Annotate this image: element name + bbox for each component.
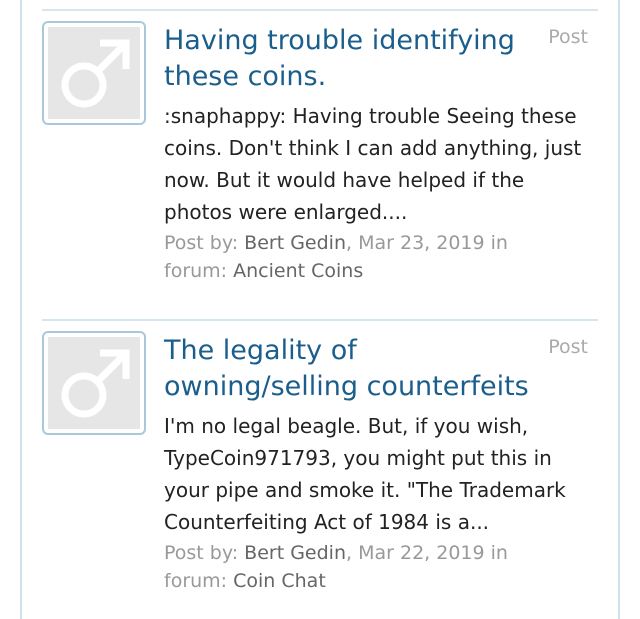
post-by-label: Post by:: [164, 542, 239, 564]
content-frame-left-border: [20, 0, 22, 619]
author-link[interactable]: Bert Gedin: [244, 232, 346, 254]
result-title-link[interactable]: The legality of owning/selling counterfe…: [164, 333, 544, 405]
result-meta: Post by: Bert Gedin, Mar 23, 2019 in for…: [164, 232, 508, 282]
content-type-label: Post: [548, 336, 588, 358]
result-snippet: :snaphappy: Having trouble Seeing these …: [164, 104, 582, 224]
male-symbol-icon: [61, 349, 130, 418]
avatar-placeholder: [48, 27, 140, 119]
result-divider: [42, 319, 598, 321]
result-divider: [42, 9, 598, 11]
search-result-item: The legality of owning/selling counterfe…: [42, 331, 598, 619]
in-label: in: [490, 542, 508, 564]
avatar[interactable]: [42, 21, 146, 125]
forum-link[interactable]: Ancient Coins: [233, 260, 363, 282]
avatar-placeholder: [48, 337, 140, 429]
search-result-item: Having trouble identifying these coins. …: [42, 21, 598, 311]
post-date: Mar 23, 2019: [358, 232, 485, 254]
result-meta: Post by: Bert Gedin, Mar 22, 2019 in for…: [164, 542, 508, 592]
result-snippet: I'm no legal beagle. But, if you wish, T…: [164, 414, 566, 534]
post-by-label: Post by:: [164, 232, 239, 254]
forum-label: forum:: [164, 260, 228, 282]
content-frame-right-border: [618, 0, 620, 619]
content-type-label: Post: [548, 26, 588, 48]
forum-label: forum:: [164, 570, 228, 592]
in-label: in: [490, 232, 508, 254]
result-title-link[interactable]: Having trouble identifying these coins.: [164, 23, 544, 95]
post-date: Mar 22, 2019: [358, 542, 485, 564]
author-link[interactable]: Bert Gedin: [244, 542, 346, 564]
male-symbol-icon: [61, 39, 130, 108]
forum-link[interactable]: Coin Chat: [233, 570, 326, 592]
avatar[interactable]: [42, 331, 146, 435]
